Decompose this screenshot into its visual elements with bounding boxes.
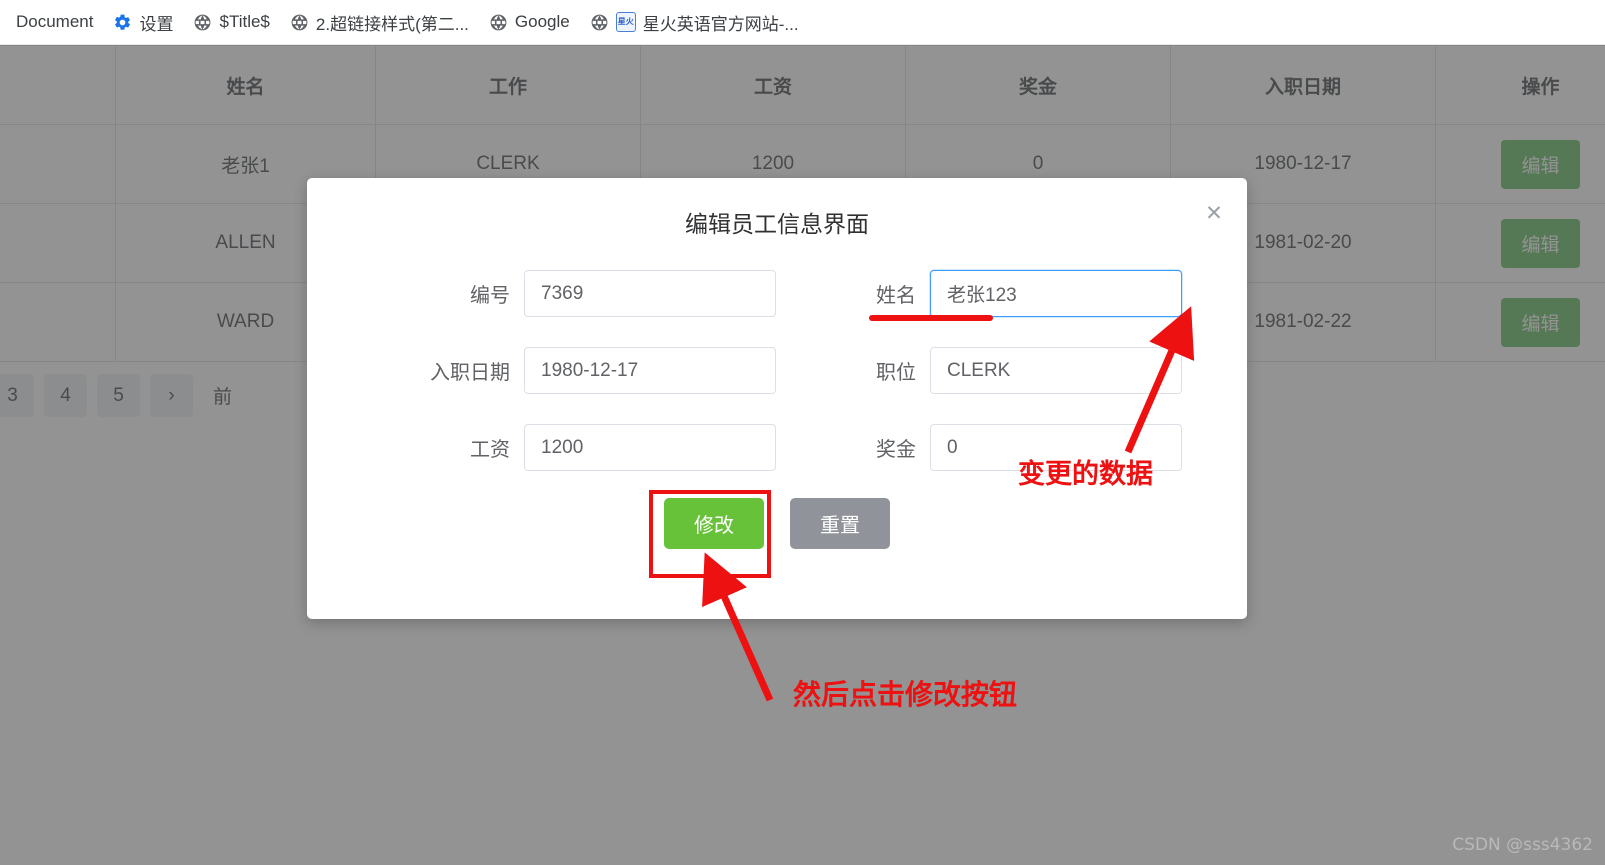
gear-icon <box>113 13 132 32</box>
modal-actions: 修改 重置 <box>307 498 1247 549</box>
hiredate-input[interactable] <box>524 347 776 394</box>
label-job: 职位 <box>876 362 916 384</box>
bookmark-item-document[interactable]: Document <box>6 7 103 37</box>
browser-bookmark-bar: Document 设置 $Title$ 2.超链接样式(第二... Google… <box>0 0 1605 45</box>
xinghuo-icon: 星火 <box>615 12 636 32</box>
watermark: CSDN @sss4362 <box>1452 835 1593 855</box>
globe-icon <box>590 13 609 32</box>
field-group-job: 职位 <box>777 347 1247 394</box>
salary-input[interactable] <box>524 424 776 471</box>
annotation-click-submit-text: 然后点击修改按钮 <box>793 679 1018 710</box>
field-group-bonus: 奖金 <box>777 424 1247 471</box>
label-hiredate: 入职日期 <box>430 362 510 384</box>
bookmark-item-title[interactable]: $Title$ <box>183 7 279 37</box>
bookmark-label: Google <box>514 12 570 31</box>
globe-icon <box>489 13 508 32</box>
label-name: 姓名 <box>876 285 916 307</box>
bookmark-label: $Title$ <box>219 12 270 31</box>
field-group-hiredate: 入职日期 <box>307 347 777 394</box>
form-row-2: 入职日期 职位 <box>307 347 1247 424</box>
annotation-underline-name <box>869 315 993 321</box>
field-group-name: 姓名 <box>777 270 1247 317</box>
edit-employee-modal: 编辑员工信息界面 ✕ 编号 姓名 入职日期 职位 工资 <box>307 178 1247 619</box>
bookmark-item-hyperlink-style[interactable]: 2.超链接样式(第二... <box>280 7 479 37</box>
annotation-changed-data-text: 变更的数据 <box>1018 459 1153 489</box>
globe-icon <box>290 13 309 32</box>
form-row-1: 编号 姓名 <box>307 270 1247 347</box>
label-salary: 工资 <box>470 439 510 461</box>
modal-title: 编辑员工信息界面 <box>685 211 869 237</box>
job-input[interactable] <box>930 347 1182 394</box>
bookmark-label: 星火英语官方网站-... <box>642 14 799 34</box>
field-group-id: 编号 <box>307 270 777 317</box>
label-id: 编号 <box>470 285 510 307</box>
bookmark-item-settings[interactable]: 设置 <box>103 7 183 37</box>
bookmark-label: 2.超链接样式(第二... <box>315 14 469 34</box>
annotation-box-submit <box>649 490 771 578</box>
bookmark-item-xinghuo-english[interactable]: 星火 星火英语官方网站-... <box>580 7 809 37</box>
close-icon[interactable]: ✕ <box>1203 202 1225 224</box>
field-group-salary: 工资 <box>307 424 777 471</box>
reset-button[interactable]: 重置 <box>790 498 890 549</box>
globe-icon <box>193 13 212 32</box>
bookmark-label: 设置 <box>139 14 174 34</box>
id-input[interactable] <box>524 270 776 317</box>
bookmark-item-google[interactable]: Google <box>479 7 580 37</box>
label-bonus: 奖金 <box>876 439 916 461</box>
name-input[interactable] <box>930 270 1182 317</box>
bookmark-label: Document <box>16 12 94 31</box>
